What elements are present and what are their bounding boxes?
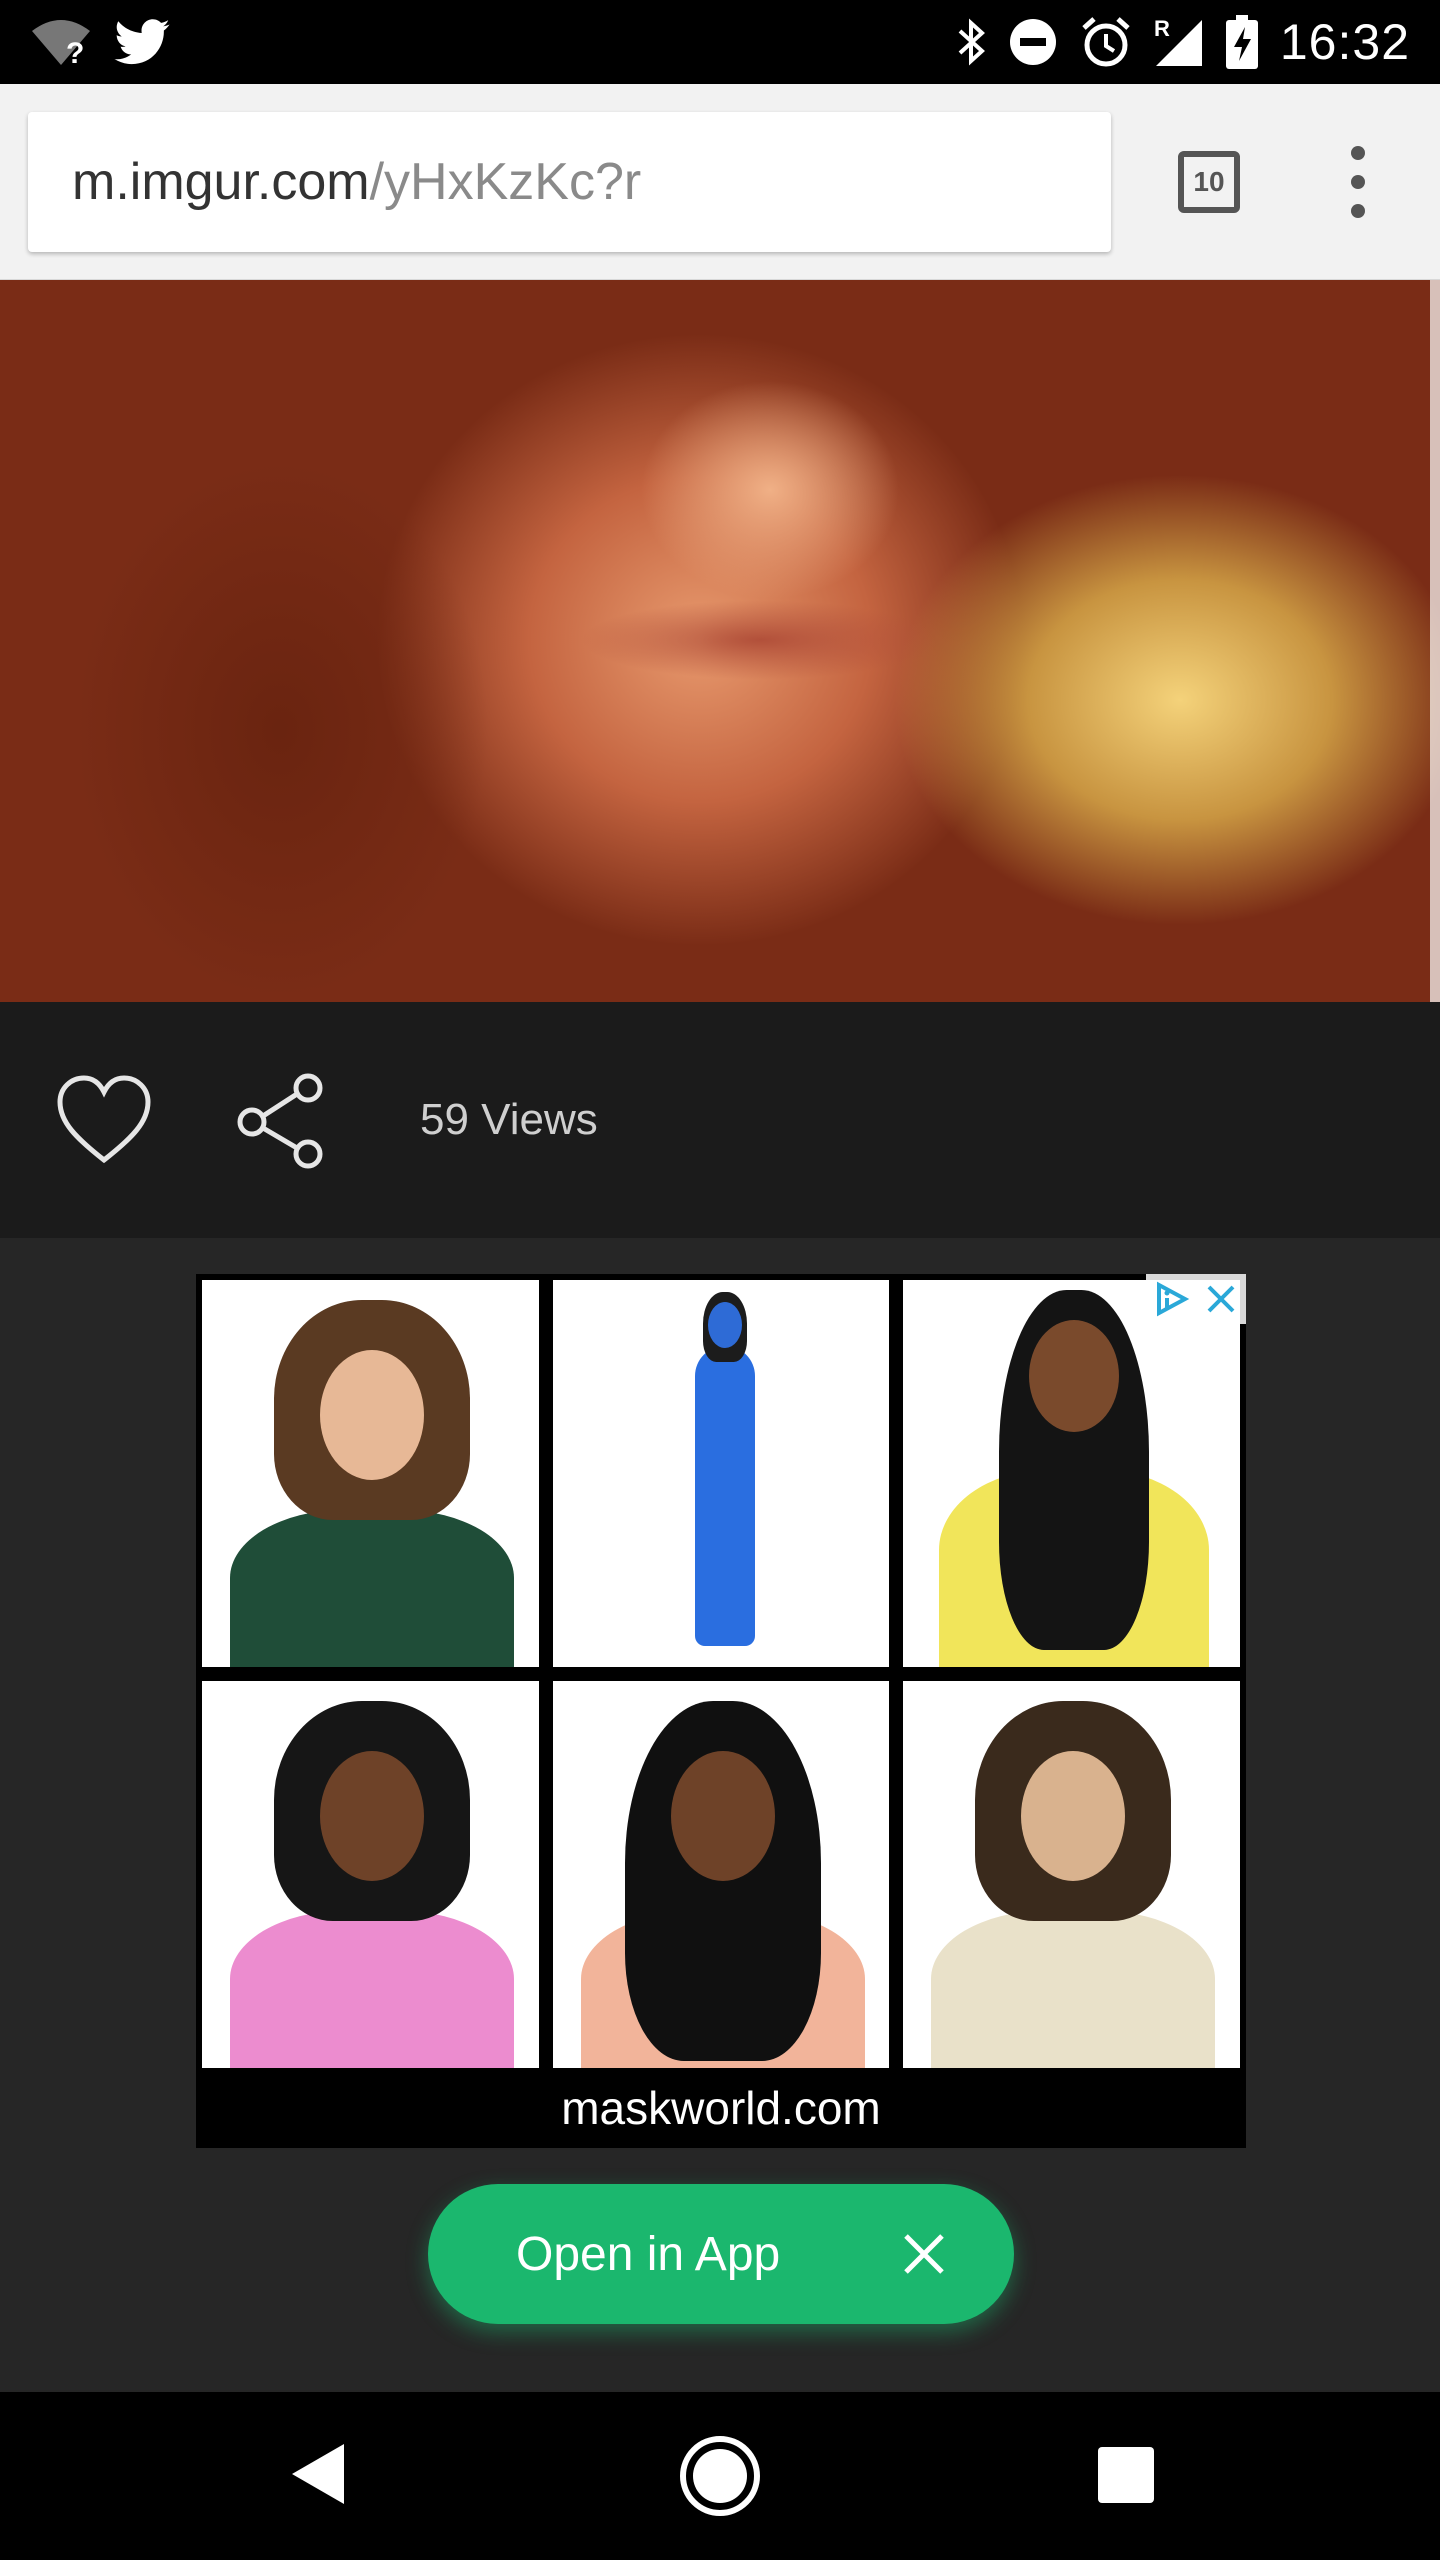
tab-count-label: 10 bbox=[1193, 166, 1225, 197]
ad-tile-blue-alien-costume[interactable] bbox=[552, 1280, 890, 1667]
post-media[interactable] bbox=[0, 280, 1440, 1002]
view-count: 59 Views bbox=[420, 1095, 598, 1144]
back-icon[interactable] bbox=[290, 2442, 346, 2506]
ad-figure-body bbox=[230, 1510, 514, 1667]
url-field[interactable]: m.imgur.com/yHxKzKc?r bbox=[28, 112, 1111, 252]
wifi-unknown-icon: ? bbox=[32, 20, 90, 67]
overflow-menu-icon[interactable] bbox=[1336, 146, 1380, 218]
ad-banner[interactable]: maskworld.com bbox=[196, 1274, 1246, 2148]
ad-tile-long-braids-wig-yellow-shirt[interactable] bbox=[903, 1280, 1240, 1667]
status-time: 16:32 bbox=[1279, 14, 1410, 70]
ad-figure-head bbox=[1021, 1751, 1126, 1881]
tab-switcher-button[interactable]: 10 bbox=[1178, 151, 1240, 213]
ad-figure-body bbox=[694, 1346, 755, 1646]
recents-icon[interactable] bbox=[1098, 2447, 1154, 2503]
media-lips-shading bbox=[580, 600, 940, 680]
do-not-disturb-icon bbox=[1009, 19, 1056, 65]
ad-figure-head bbox=[670, 1751, 775, 1881]
ad-figure-body bbox=[230, 1911, 514, 2068]
ad-figure-head bbox=[707, 1302, 742, 1348]
svg-text:R: R bbox=[1154, 16, 1170, 41]
status-right-icons: R 16:32 bbox=[956, 0, 1410, 84]
heart-icon[interactable] bbox=[54, 1074, 154, 1166]
twitter-icon bbox=[114, 19, 170, 65]
ad-image-grid[interactable] bbox=[202, 1280, 1240, 2068]
adchoices-icon[interactable] bbox=[1146, 1274, 1196, 1324]
browser-toolbar: m.imgur.com/yHxKzKc?r 10 bbox=[0, 84, 1440, 280]
ad-figure-head bbox=[1029, 1320, 1120, 1432]
ad-close-icon[interactable] bbox=[1196, 1274, 1246, 1324]
url-path: /yHxKzKc?r bbox=[369, 153, 642, 211]
svg-text:?: ? bbox=[66, 37, 84, 67]
signal-roaming-icon: R bbox=[1154, 16, 1202, 66]
ad-tile-short-dreads-pink-shirt[interactable] bbox=[202, 1681, 539, 2068]
ad-badges bbox=[1146, 1274, 1246, 1324]
open-in-app-label: Open in App bbox=[516, 2227, 781, 2281]
home-icon[interactable] bbox=[678, 2434, 762, 2518]
ad-domain[interactable]: maskworld.com bbox=[196, 2068, 1246, 2148]
media-face-highlight bbox=[640, 380, 900, 600]
post-actions: 59 Views bbox=[0, 1002, 1440, 1238]
system-nav-bar bbox=[0, 2392, 1440, 2560]
status-left-icons: ? bbox=[30, 0, 170, 84]
status-bar: ? R 16:32 bbox=[0, 0, 1440, 84]
ad-figure-head bbox=[320, 1751, 424, 1881]
battery-charging-icon bbox=[1225, 15, 1258, 69]
ad-tile-dreadlock-wig-green-jacket[interactable] bbox=[202, 1280, 539, 1667]
ad-tile-jesus-wig-beard[interactable] bbox=[903, 1681, 1240, 2068]
open-in-app-button[interactable]: Open in App bbox=[428, 2184, 1014, 2324]
bluetooth-icon bbox=[958, 18, 985, 66]
alarm-icon bbox=[1082, 17, 1130, 67]
ad-figure-body bbox=[931, 1911, 1216, 2068]
share-icon[interactable] bbox=[234, 1072, 326, 1170]
close-icon[interactable] bbox=[892, 2222, 956, 2286]
ad-figure-head bbox=[320, 1350, 424, 1480]
url-host: m.imgur.com bbox=[72, 153, 370, 211]
media-right-edge bbox=[1430, 280, 1440, 1002]
ad-tile-long-dreads-peach-shirt[interactable] bbox=[552, 1681, 890, 2068]
